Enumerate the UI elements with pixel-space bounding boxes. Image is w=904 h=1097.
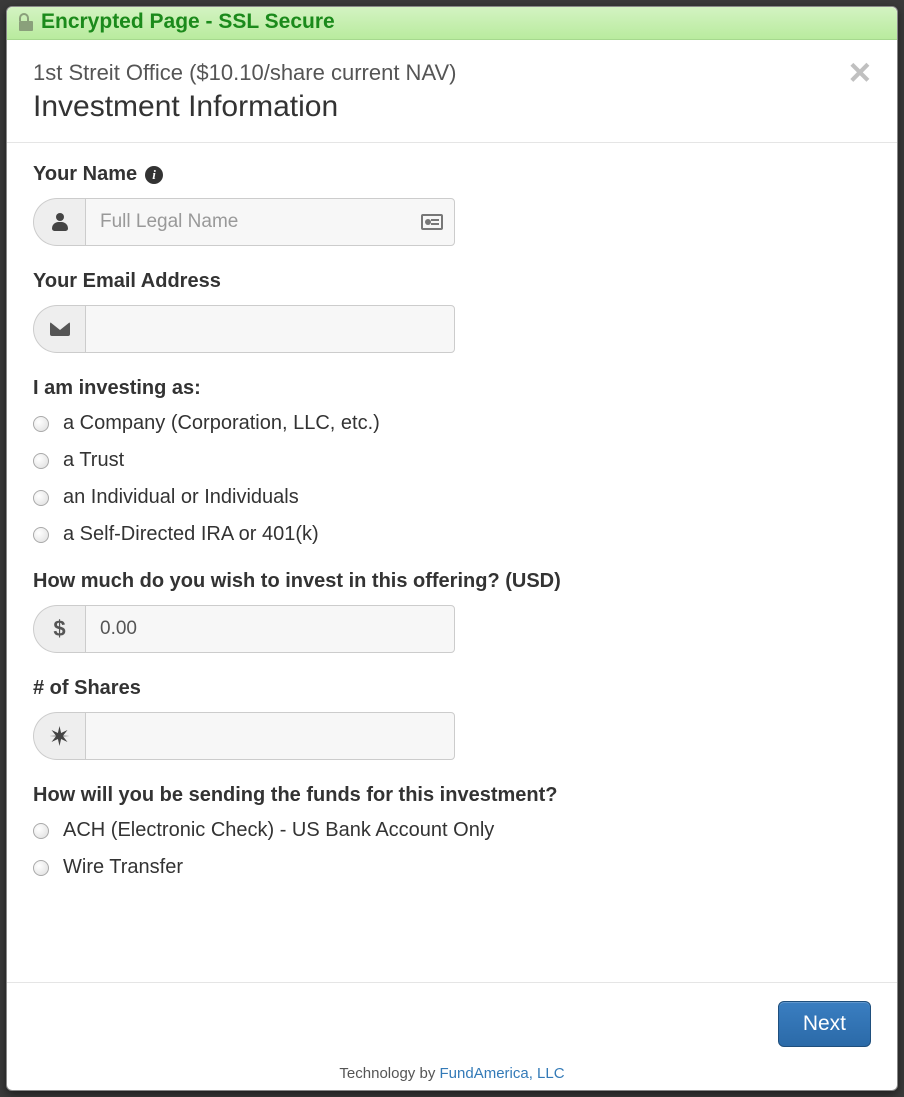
certificate-icon	[33, 712, 85, 760]
radio-company[interactable]: a Company (Corporation, LLC, etc.)	[33, 412, 871, 435]
amount-input-group: $	[33, 605, 455, 653]
email-label-row: Your Email Address	[33, 270, 871, 293]
close-icon[interactable]: ×	[849, 62, 871, 85]
radio-ach[interactable]: ACH (Electronic Check) - US Bank Account…	[33, 819, 871, 842]
name-group: Your Name i	[33, 163, 871, 246]
ssl-banner: Encrypted Page - SSL Secure	[7, 7, 897, 40]
radio-label: a Trust	[63, 449, 124, 472]
tech-prefix: Technology by	[339, 1065, 439, 1082]
radio-trust[interactable]: a Trust	[33, 449, 871, 472]
name-input-group	[33, 198, 455, 246]
dollar-icon: $	[33, 605, 85, 653]
email-input-group	[33, 305, 455, 353]
funding-label: How will you be sending the funds for th…	[33, 784, 871, 807]
amount-input[interactable]	[85, 605, 455, 653]
name-label-row: Your Name i	[33, 163, 871, 186]
shares-group: # of Shares	[33, 677, 871, 760]
next-button[interactable]: Next	[778, 1001, 871, 1047]
investing-as-group: I am investing as: a Company (Corporatio…	[33, 377, 871, 546]
radio-dot[interactable]	[33, 527, 49, 543]
person-icon	[33, 198, 85, 246]
radio-label: ACH (Electronic Check) - US Bank Account…	[63, 819, 494, 842]
name-input[interactable]	[85, 198, 455, 246]
investment-modal: Encrypted Page - SSL Secure × 1st Streit…	[6, 6, 898, 1091]
radio-label: Wire Transfer	[63, 856, 183, 879]
shares-input[interactable]	[85, 712, 455, 760]
info-icon[interactable]: i	[145, 166, 163, 184]
email-label: Your Email Address	[33, 270, 221, 293]
investing-as-label: I am investing as:	[33, 377, 871, 400]
modal-header: × 1st Streit Office ($10.10/share curren…	[7, 40, 897, 143]
funding-group: How will you be sending the funds for th…	[33, 784, 871, 879]
radio-dot[interactable]	[33, 416, 49, 432]
technology-attribution: Technology by FundAmerica, LLC	[7, 1059, 897, 1090]
email-input[interactable]	[85, 305, 455, 353]
amount-label: How much do you wish to invest in this o…	[33, 570, 871, 593]
envelope-icon	[33, 305, 85, 353]
investing-as-options: a Company (Corporation, LLC, etc.) a Tru…	[33, 412, 871, 546]
id-card-icon	[421, 214, 443, 230]
modal-footer: Next	[7, 982, 897, 1059]
ssl-banner-text: Encrypted Page - SSL Secure	[41, 10, 335, 34]
radio-dot[interactable]	[33, 823, 49, 839]
radio-label: a Company (Corporation, LLC, etc.)	[63, 412, 380, 435]
shares-label: # of Shares	[33, 677, 871, 700]
radio-ira[interactable]: a Self-Directed IRA or 401(k)	[33, 523, 871, 546]
radio-label: a Self-Directed IRA or 401(k)	[63, 523, 319, 546]
modal-body: Your Name i Your Email Address I am inve…	[7, 143, 897, 982]
radio-wire[interactable]: Wire Transfer	[33, 856, 871, 879]
radio-individual[interactable]: an Individual or Individuals	[33, 486, 871, 509]
shares-input-group	[33, 712, 455, 760]
radio-dot[interactable]	[33, 453, 49, 469]
offering-subtitle: 1st Streit Office ($10.10/share current …	[33, 60, 871, 86]
radio-dot[interactable]	[33, 490, 49, 506]
page-title: Investment Information	[33, 90, 871, 124]
email-group: Your Email Address	[33, 270, 871, 353]
lock-icon	[19, 13, 33, 31]
funding-options: ACH (Electronic Check) - US Bank Account…	[33, 819, 871, 879]
amount-group: How much do you wish to invest in this o…	[33, 570, 871, 653]
radio-label: an Individual or Individuals	[63, 486, 299, 509]
radio-dot[interactable]	[33, 860, 49, 876]
tech-link[interactable]: FundAmerica, LLC	[440, 1065, 565, 1082]
name-label: Your Name	[33, 163, 137, 186]
